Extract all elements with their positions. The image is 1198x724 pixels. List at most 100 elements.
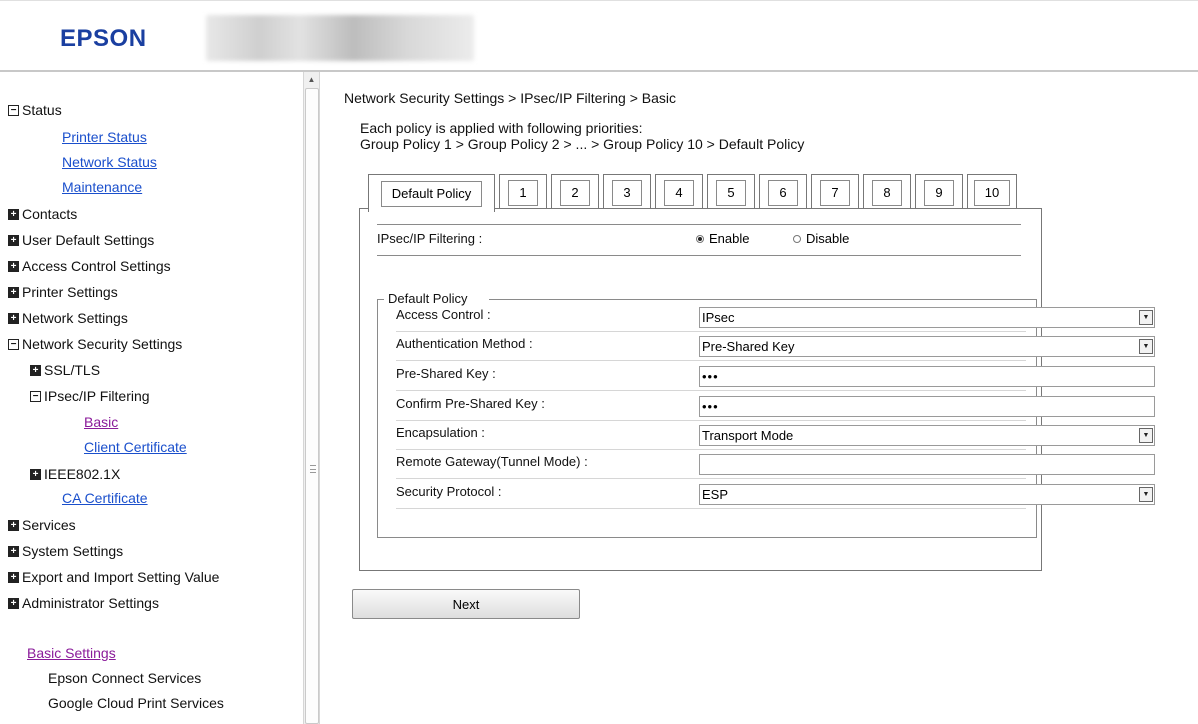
- tab-policy-2[interactable]: 2: [551, 174, 599, 210]
- nav-ipsec-filtering[interactable]: − IPsec/IP Filtering: [30, 386, 150, 406]
- confirm-psk-input[interactable]: •••: [699, 396, 1155, 417]
- nav-ipsec-filtering-label: IPsec/IP Filtering: [44, 388, 150, 404]
- tab-label: Default Policy: [380, 180, 483, 207]
- disable-radio[interactable]: Disable: [793, 231, 849, 246]
- nav-administrator-settings-label: Administrator Settings: [22, 595, 159, 611]
- tab-label: 3: [612, 179, 642, 206]
- nav-contacts[interactable]: + Contacts: [8, 204, 77, 224]
- expand-icon[interactable]: +: [8, 234, 19, 246]
- enable-label: Enable: [709, 231, 750, 246]
- tab-policy-7[interactable]: 7: [811, 174, 859, 210]
- nav-printer-settings[interactable]: + Printer Settings: [8, 282, 118, 302]
- tab-policy-5[interactable]: 5: [707, 174, 755, 210]
- breadcrumb: Network Security Settings > IPsec/IP Fil…: [344, 90, 676, 106]
- tab-policy-1[interactable]: 1: [499, 174, 547, 210]
- expand-icon[interactable]: +: [8, 597, 19, 609]
- ipsec-filtering-label: IPsec/IP Filtering :: [377, 231, 483, 246]
- nav-basic[interactable]: Basic: [84, 414, 118, 430]
- nav-contacts-label: Contacts: [22, 206, 78, 222]
- tab-policy-6[interactable]: 6: [759, 174, 807, 210]
- fieldset-legend: Default Policy: [388, 291, 468, 306]
- divider: [377, 255, 1021, 256]
- tab-policy-4[interactable]: 4: [655, 174, 703, 210]
- nav-epson-connect[interactable]: Epson Connect Services: [48, 670, 201, 686]
- enable-radio[interactable]: Enable: [696, 231, 749, 246]
- tab-policy-9[interactable]: 9: [915, 174, 963, 210]
- nav-access-control-settings[interactable]: + Access Control Settings: [8, 256, 171, 276]
- access-control-select[interactable]: IPsec ▼: [699, 307, 1155, 328]
- collapse-icon[interactable]: −: [8, 104, 19, 116]
- scroll-up-arrow-icon[interactable]: ▲: [304, 72, 319, 87]
- nav-google-cloud-print[interactable]: Google Cloud Print Services: [48, 695, 224, 711]
- dropdown-arrow-icon[interactable]: ▼: [1139, 339, 1153, 354]
- nav-network-status[interactable]: Network Status: [62, 154, 157, 170]
- radio-unchecked-icon[interactable]: [793, 234, 801, 243]
- confirm-psk-label: Confirm Pre-Shared Key :: [396, 396, 545, 411]
- expand-icon[interactable]: +: [8, 312, 19, 324]
- encapsulation-select[interactable]: Transport Mode ▼: [699, 425, 1155, 446]
- expand-icon[interactable]: +: [8, 208, 19, 220]
- nav-status[interactable]: − Status: [8, 100, 62, 120]
- nav-printer-status[interactable]: Printer Status: [62, 129, 147, 145]
- tab-policy-10[interactable]: 10: [967, 174, 1017, 210]
- nav-services[interactable]: + Services: [8, 515, 76, 535]
- disable-label: Disable: [806, 231, 850, 246]
- tab-policy-8[interactable]: 8: [863, 174, 911, 210]
- nav-user-default-settings[interactable]: + User Default Settings: [8, 230, 154, 250]
- nav-ssl-tls-label: SSL/TLS: [44, 362, 101, 378]
- dropdown-arrow-icon[interactable]: ▼: [1139, 487, 1153, 502]
- auth-method-label: Authentication Method :: [396, 336, 533, 351]
- expand-icon[interactable]: +: [30, 468, 41, 480]
- nav-ieee8021x[interactable]: + IEEE802.1X: [30, 464, 120, 484]
- scrollbar-grip-icon: [310, 465, 316, 473]
- nav-export-import[interactable]: + Export and Import Setting Value: [8, 567, 219, 587]
- nav-system-settings-label: System Settings: [22, 543, 124, 559]
- model-name-blurred: [206, 15, 474, 61]
- collapse-icon[interactable]: −: [8, 338, 19, 350]
- collapse-icon[interactable]: −: [30, 390, 41, 402]
- nav-ca-certificate[interactable]: CA Certificate: [62, 490, 148, 506]
- expand-icon[interactable]: +: [30, 364, 41, 376]
- security-protocol-value: ESP: [702, 487, 729, 502]
- radio-checked-icon[interactable]: [696, 234, 704, 243]
- nav-administrator-settings[interactable]: + Administrator Settings: [8, 593, 159, 613]
- tab-default-policy[interactable]: Default Policy: [368, 174, 495, 212]
- remote-gateway-input[interactable]: [699, 454, 1155, 475]
- next-button[interactable]: Next: [352, 589, 580, 619]
- nav-ssl-tls[interactable]: + SSL/TLS: [30, 360, 100, 380]
- nav-system-settings[interactable]: + System Settings: [8, 541, 123, 561]
- tab-policy-3[interactable]: 3: [603, 174, 651, 210]
- row-divider: [396, 449, 1026, 450]
- nav-network-settings[interactable]: + Network Settings: [8, 308, 128, 328]
- auth-method-select[interactable]: Pre-Shared Key ▼: [699, 336, 1155, 357]
- priority-order: Group Policy 1 > Group Policy 2 > ... > …: [360, 136, 805, 152]
- tab-label: 8: [872, 179, 902, 206]
- expand-icon[interactable]: +: [8, 286, 19, 298]
- expand-icon[interactable]: +: [8, 260, 19, 272]
- expand-icon[interactable]: +: [8, 519, 19, 531]
- scrollbar-thumb[interactable]: [305, 88, 319, 724]
- tab-label: 10: [973, 179, 1011, 206]
- sidebar-scrollbar[interactable]: ▲: [303, 72, 320, 724]
- security-protocol-label: Security Protocol :: [396, 484, 502, 499]
- access-control-label: Access Control :: [396, 307, 491, 322]
- nav-network-security-settings-label: Network Security Settings: [22, 336, 183, 352]
- psk-label: Pre-Shared Key :: [396, 366, 496, 381]
- expand-icon[interactable]: +: [8, 571, 19, 583]
- security-protocol-select[interactable]: ESP ▼: [699, 484, 1155, 505]
- psk-input[interactable]: •••: [699, 366, 1155, 387]
- row-divider: [396, 420, 1026, 421]
- tab-label: 4: [664, 179, 694, 206]
- nav-basic-settings[interactable]: Basic Settings: [27, 645, 116, 661]
- row-divider: [396, 478, 1026, 479]
- remote-gateway-label: Remote Gateway(Tunnel Mode) :: [396, 454, 588, 469]
- nav-network-security-settings[interactable]: − Network Security Settings: [8, 334, 182, 354]
- fieldset-border-top-left: [377, 299, 384, 300]
- dropdown-arrow-icon[interactable]: ▼: [1139, 428, 1153, 443]
- fieldset-border-bottom: [377, 537, 1037, 538]
- nav-maintenance[interactable]: Maintenance: [62, 179, 142, 195]
- expand-icon[interactable]: +: [8, 545, 19, 557]
- nav-client-certificate[interactable]: Client Certificate: [84, 439, 187, 455]
- dropdown-arrow-icon[interactable]: ▼: [1139, 310, 1153, 325]
- encapsulation-label: Encapsulation :: [396, 425, 485, 440]
